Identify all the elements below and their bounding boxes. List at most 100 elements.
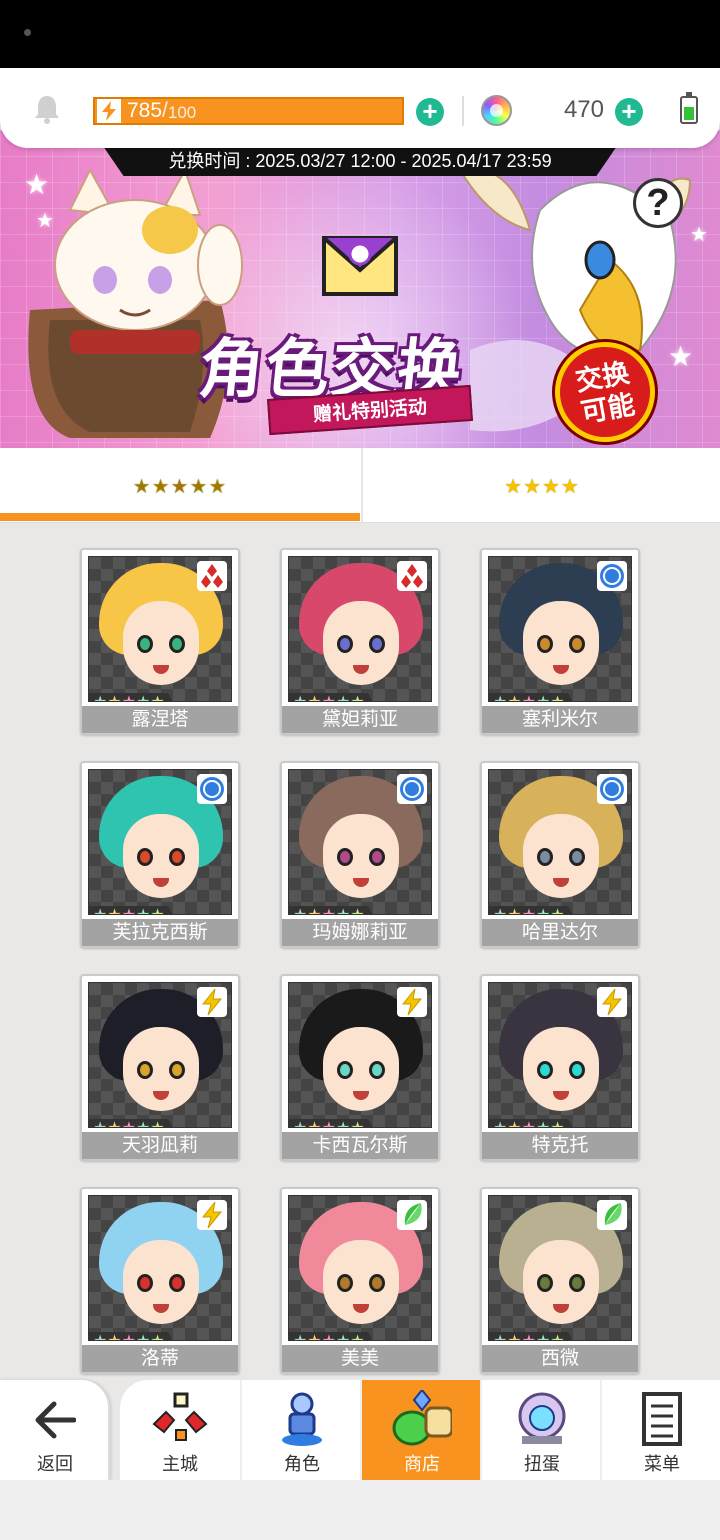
portrait-eye [537, 1061, 553, 1079]
add-stamina-button[interactable]: + [416, 98, 444, 126]
system-nav-area [0, 1480, 720, 1540]
leaf-icon [397, 1200, 427, 1230]
status-bar [0, 0, 720, 68]
portrait-eye [137, 848, 153, 866]
character-card[interactable]: ★★★★★ 特克托 [480, 974, 640, 1161]
character-portrait: ★★★★★ [88, 556, 232, 702]
star-rating-text: ★★★★★ [293, 694, 365, 701]
star-rating-text: ★★★★★ [493, 1120, 565, 1127]
character-portrait: ★★★★★ [288, 1195, 432, 1341]
portrait-eye [337, 1274, 353, 1292]
character-card[interactable]: ★★★★★ 洛蒂 [80, 1187, 240, 1374]
exchange-period: 兑换时间 : 2025.03/27 12:00 - 2025.04/17 23:… [103, 146, 617, 176]
nav-item-label: 扭蛋 [524, 1454, 560, 1474]
portrait-eye [369, 1061, 385, 1079]
water-circle-icon [597, 561, 627, 591]
tab-five-star[interactable]: ★★★★★ [0, 448, 360, 523]
character-name: 卡西瓦尔斯 [282, 1132, 438, 1159]
character-portrait: ★★★★★ [88, 982, 232, 1128]
character-card[interactable]: ★★★★★ 塞利米尔 [480, 548, 640, 735]
star-rating: ★★★★★ [289, 1332, 379, 1340]
character-card[interactable]: ★★★★★ 天羽凪莉 [80, 974, 240, 1161]
fire-diamonds-icon [197, 561, 227, 591]
star-rating-text: ★★★★★ [93, 1333, 165, 1340]
stamina-bolt-icon [97, 99, 121, 123]
character-card[interactable]: ★★★★★ 哈里达尔 [480, 761, 640, 948]
star-rating: ★★★★★ [289, 906, 379, 914]
lightning-icon [597, 987, 627, 1017]
star-rating: ★★★★★ [289, 1119, 379, 1127]
character-name: 塞利米尔 [482, 706, 638, 733]
nav-item-label: 主城 [162, 1454, 198, 1474]
lightning-icon [397, 987, 427, 1017]
portrait-eye [337, 1061, 353, 1079]
portrait-eye [369, 1274, 385, 1292]
character-icon [272, 1390, 332, 1448]
portrait-eye [169, 1061, 185, 1079]
character-name: 特克托 [482, 1132, 638, 1159]
portrait-eye [369, 848, 385, 866]
character-portrait: ★★★★★ [88, 1195, 232, 1341]
nav-item-shop[interactable]: 商店 [360, 1380, 480, 1480]
star-rating-text: ★★★★★ [93, 1120, 165, 1127]
help-button[interactable]: ? [633, 178, 683, 228]
back-arrow-icon [34, 1400, 77, 1447]
portrait-eye [137, 1061, 153, 1079]
character-card[interactable]: ★★★★★ 卡西瓦尔斯 [280, 974, 440, 1161]
nav-item-label: 角色 [284, 1454, 320, 1474]
star-rating: ★★★★★ [489, 906, 579, 914]
fire-diamonds-icon [397, 561, 427, 591]
nav-item-gacha[interactable]: 扭蛋 [480, 1380, 600, 1480]
character-portrait: ★★★★★ [488, 556, 632, 702]
lightning-icon [197, 987, 227, 1017]
character-portrait: ★★★★★ [488, 769, 632, 915]
stamina-max: 100 [167, 102, 197, 122]
character-portrait: ★★★★★ [88, 769, 232, 915]
portrait-eye [537, 1274, 553, 1292]
character-name: 哈里达尔 [482, 919, 638, 946]
battery-icon [680, 92, 698, 124]
character-card[interactable]: ★★★★★ 黛妲莉亚 [280, 548, 440, 735]
nav-item-menu-list[interactable]: 菜单 [600, 1380, 720, 1480]
character-card[interactable]: ★★★★★ 芙拉克西斯 [80, 761, 240, 948]
portrait-eye [337, 635, 353, 653]
portrait-eye [537, 635, 553, 653]
character-card[interactable]: ★★★★★ 玛姆娜莉亚 [280, 761, 440, 948]
leaf-icon [597, 1200, 627, 1230]
character-card[interactable]: ★★★★★ 露涅塔 [80, 548, 240, 735]
bell-icon[interactable] [33, 94, 61, 129]
star-rating-text: ★★★★★ [493, 694, 565, 701]
star-rating: ★★★★★ [489, 1119, 579, 1127]
character-name: 露涅塔 [82, 706, 238, 733]
character-portrait: ★★★★★ [288, 982, 432, 1128]
nav-item-castle[interactable]: 主城 [120, 1380, 240, 1480]
tab-five-star-label: ★★★★★ [132, 476, 228, 498]
divider [462, 96, 464, 126]
water-circle-icon [597, 774, 627, 804]
character-portrait: ★★★★★ [288, 556, 432, 702]
character-name: 西微 [482, 1345, 638, 1372]
gem-orb-icon [481, 95, 512, 126]
star-rating-text: ★★★★★ [293, 907, 365, 914]
add-gems-button[interactable]: + [615, 98, 643, 126]
shop-icon [392, 1388, 454, 1448]
stamina-current: 785 [127, 99, 163, 122]
main-nav: 主城 角色 商店 扭蛋 菜单 [120, 1380, 720, 1480]
star-rating: ★★★★★ [289, 693, 379, 701]
portrait-eye [569, 635, 585, 653]
character-card[interactable]: ★★★★★ 美美 [280, 1187, 440, 1374]
star-rating: ★★★★★ [89, 906, 179, 914]
character-card[interactable]: ★★★★★ 西微 [480, 1187, 640, 1374]
star-rating-text: ★★★★★ [293, 1120, 365, 1127]
castle-icon [150, 1390, 210, 1448]
tab-four-star-label: ★★★★ [504, 476, 580, 498]
character-portrait: ★★★★★ [288, 769, 432, 915]
character-portrait: ★★★★★ [488, 1195, 632, 1341]
portrait-eye [369, 635, 385, 653]
back-button[interactable]: 返回 [0, 1380, 110, 1480]
star-rating-text: ★★★★★ [293, 1333, 365, 1340]
nav-item-label: 商店 [404, 1454, 440, 1474]
tab-four-star[interactable]: ★★★★ [361, 448, 720, 523]
water-circle-icon [397, 774, 427, 804]
nav-item-character[interactable]: 角色 [240, 1380, 360, 1480]
